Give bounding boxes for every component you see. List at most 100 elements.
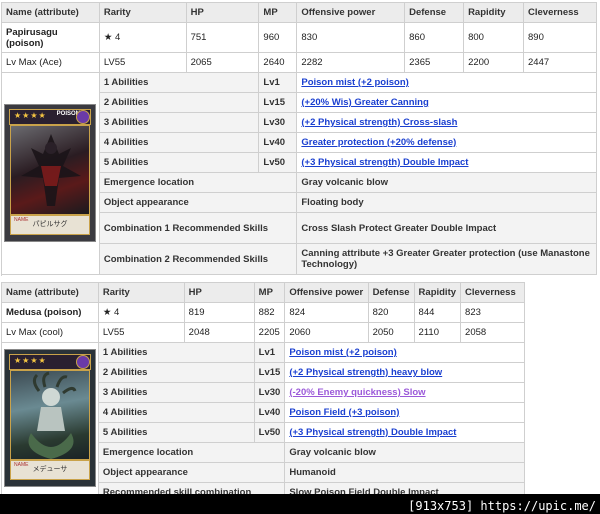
info-label: Emergence location bbox=[98, 172, 298, 193]
ability-link-text[interactable]: Poison mist (+2 poison) bbox=[301, 77, 408, 88]
ability-label: 2 Abilities bbox=[98, 92, 260, 113]
hp-max: 2048 bbox=[183, 322, 255, 343]
col-header: Offensive power bbox=[296, 2, 406, 23]
monster-name: Medusa (poison) bbox=[1, 302, 99, 323]
col-header: Defense bbox=[404, 2, 465, 23]
ability-label: 5 Abilities bbox=[98, 152, 260, 173]
ability-link-text[interactable]: Greater protection (+20% defense) bbox=[301, 137, 456, 148]
ability-link-text[interactable]: (+20% Wis) Greater Canning bbox=[301, 97, 428, 108]
card-name: パピルサグ bbox=[32, 221, 68, 228]
col-header: Name (attribute) bbox=[1, 2, 100, 23]
ability-label: 5 Abilities bbox=[97, 422, 255, 443]
info-label: Emergence location bbox=[97, 442, 286, 463]
rapidity-value: 800 bbox=[463, 22, 524, 53]
ability-link: (+20% Wis) Greater Canning bbox=[296, 92, 597, 113]
ability-link-text[interactable]: Poison mist (+2 poison) bbox=[289, 347, 396, 358]
ability-level: Lv40 bbox=[258, 132, 298, 153]
offensive-value: 824 bbox=[284, 302, 369, 323]
card-art bbox=[10, 125, 90, 215]
card-name-tag: NAME bbox=[14, 217, 29, 223]
medusa-figure-icon bbox=[28, 371, 77, 459]
ability-level: Lv50 bbox=[258, 152, 298, 173]
monster-card-image: ★★★★ NAME メデューサ bbox=[4, 349, 96, 487]
defense-max: 2050 bbox=[367, 322, 415, 343]
col-header: Cleverness bbox=[523, 2, 597, 23]
ability-link-text[interactable]: Poison Field (+3 poison) bbox=[289, 407, 399, 418]
ability-link-text[interactable]: (+3 Physical strength) Double Impact bbox=[289, 427, 456, 438]
mp-max: 2640 bbox=[258, 52, 298, 73]
defense-value: 820 bbox=[367, 302, 415, 323]
ability-link-text[interactable]: (-20% Enemy quickness) Slow bbox=[289, 387, 425, 398]
offensive-max: 2282 bbox=[296, 52, 406, 73]
ability-level: Lv30 bbox=[253, 382, 286, 403]
col-header: Rarity bbox=[98, 2, 187, 23]
ability-link: Poison Field (+3 poison) bbox=[284, 402, 525, 423]
ability-level: Lv50 bbox=[253, 422, 286, 443]
table-row: Medusa (poison) ★ 4 819 882 824 820 844 … bbox=[1, 302, 525, 323]
info-label: Recommended skill combination bbox=[97, 482, 286, 494]
ability-link: Poison mist (+2 poison) bbox=[296, 72, 597, 93]
ability-link-text[interactable]: (+2 Physical strength) heavy blow bbox=[289, 367, 442, 378]
info-label: Object appearance bbox=[97, 462, 286, 483]
ability-link-text[interactable]: (+3 Physical strength) Double Impact bbox=[301, 157, 468, 168]
poison-orb-icon bbox=[76, 355, 90, 369]
col-header: HP bbox=[185, 2, 260, 23]
monster-card-image: ★★★★ POISON NAME パピルサグ bbox=[4, 104, 96, 242]
card-name: メデューサ bbox=[32, 466, 68, 473]
info-value: Gray volcanic blow bbox=[284, 442, 525, 463]
ability-label: 1 Abilities bbox=[97, 342, 255, 363]
info-value: Humanoid bbox=[284, 462, 525, 483]
hp-value: 751 bbox=[185, 22, 260, 53]
image-host-caption: [913x753] https://upic.me/ bbox=[408, 499, 596, 513]
col-header: Offensive power bbox=[284, 282, 369, 303]
ability-link: (+2 Physical strength) heavy blow bbox=[284, 362, 525, 383]
mp-value: 960 bbox=[258, 22, 298, 53]
card-name-bar: NAME メデューサ bbox=[10, 460, 90, 480]
ability-level: Lv30 bbox=[258, 112, 298, 133]
ability-label: 4 Abilities bbox=[98, 132, 260, 153]
info-value: Canning attribute +3 Greater Greater pro… bbox=[296, 243, 597, 275]
lvmax-level: LV55 bbox=[98, 52, 187, 73]
ability-level: Lv15 bbox=[258, 92, 298, 113]
col-header: Rapidity bbox=[413, 282, 462, 303]
table-header-row: Name (attribute) Rarity HP MP Offensive … bbox=[1, 282, 525, 303]
card-name-tag: NAME bbox=[14, 462, 29, 468]
cleverness-value: 823 bbox=[460, 302, 525, 323]
info-value: Slow Poison Field Double Impact bbox=[284, 482, 525, 494]
ability-label: 4 Abilities bbox=[97, 402, 255, 423]
info-value: Floating body bbox=[296, 192, 597, 213]
col-header: MP bbox=[253, 282, 286, 303]
table-row: Lv Max (Ace) LV55 2065 2640 2282 2365 22… bbox=[1, 52, 597, 73]
ability-row: 1 Abilities Lv1 Poison mist (+2 poison) bbox=[1, 72, 597, 275]
lvmax-level: LV55 bbox=[97, 322, 185, 343]
col-header: Rarity bbox=[97, 282, 185, 303]
page-frame: Name (attribute) Rarity HP MP Offensive … bbox=[0, 0, 600, 494]
ability-level: Lv1 bbox=[253, 342, 286, 363]
mp-max: 2205 bbox=[253, 322, 286, 343]
ability-link: (+2 Physical strength) Cross-slash bbox=[296, 112, 597, 133]
lvmax-label: Lv Max (Ace) bbox=[1, 52, 100, 73]
ability-label: 3 Abilities bbox=[97, 382, 255, 403]
hp-value: 819 bbox=[183, 302, 255, 323]
ability-label: 1 Abilities bbox=[98, 72, 260, 93]
ability-link-text[interactable]: (+2 Physical strength) Cross-slash bbox=[301, 117, 457, 128]
col-header: HP bbox=[183, 282, 255, 303]
monster-name: Papirusagu (poison) bbox=[1, 22, 100, 53]
cleverness-value: 890 bbox=[523, 22, 597, 53]
ability-link: Greater protection (+20% defense) bbox=[296, 132, 597, 153]
ability-link: Poison mist (+2 poison) bbox=[284, 342, 525, 363]
offensive-value: 830 bbox=[296, 22, 406, 53]
col-header: Rapidity bbox=[463, 2, 524, 23]
col-header: Cleverness bbox=[460, 282, 525, 303]
ability-label: 3 Abilities bbox=[98, 112, 260, 133]
table-row: Lv Max (cool) LV55 2048 2205 2060 2050 2… bbox=[1, 322, 525, 343]
info-label: Combination 2 Recommended Skills bbox=[98, 243, 298, 275]
cleverness-max: 2447 bbox=[523, 52, 597, 73]
poison-orb-icon bbox=[76, 110, 90, 124]
info-label: Object appearance bbox=[98, 192, 298, 213]
rarity-value: ★ 4 bbox=[97, 302, 185, 323]
ability-level: Lv40 bbox=[253, 402, 286, 423]
ability-label: 2 Abilities bbox=[97, 362, 255, 383]
card-stars: ★★★★ bbox=[14, 111, 47, 120]
ability-link: (+3 Physical strength) Double Impact bbox=[284, 422, 525, 443]
